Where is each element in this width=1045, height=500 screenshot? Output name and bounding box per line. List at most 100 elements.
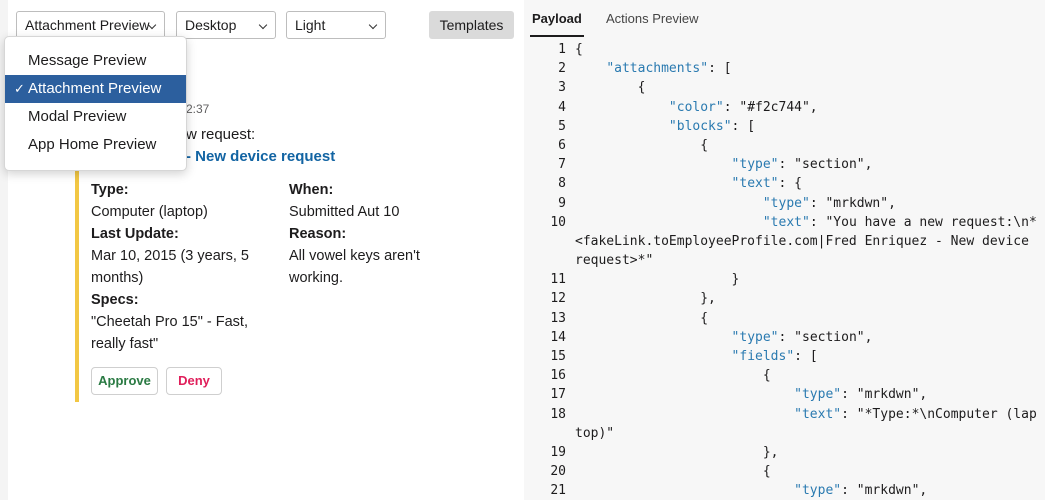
code-token: : [ <box>794 349 818 365</box>
device-select-value: Desktop <box>185 17 237 33</box>
message-timestamp: 2:37 <box>186 102 210 116</box>
deny-button[interactable]: Deny <box>166 367 222 395</box>
code-token: : [ <box>708 61 732 77</box>
line-text: } <box>575 270 1043 289</box>
line-text: { <box>575 366 1043 385</box>
line-number: 1 <box>558 42 566 57</box>
tab-actions-preview[interactable]: Actions Preview <box>606 11 698 26</box>
code-token: : "mrkdwn", <box>841 483 928 499</box>
device-select[interactable]: Desktop <box>176 11 276 39</box>
templates-button[interactable]: Templates <box>429 11 514 39</box>
json-key: "type" <box>794 387 842 403</box>
approve-button[interactable]: Approve <box>91 367 158 395</box>
json-key: "fields" <box>731 349 795 365</box>
field-reason: Reason: All vowel keys aren't working. <box>289 223 459 289</box>
view-select[interactable]: Attachment Preview <box>16 11 165 39</box>
line-number: 10 <box>550 214 566 230</box>
code-line[interactable]: 10 "text": "You have a new request:\n*<f… <box>524 213 1045 271</box>
code-line[interactable]: 19 }, <box>524 443 1045 462</box>
menu-item-attachment-preview[interactable]: ✓ Attachment Preview <box>5 75 186 103</box>
code-token: : [ <box>731 118 756 134</box>
line-text: "text": { <box>575 174 1043 193</box>
code-token: : "mrkdwn", <box>809 195 896 211</box>
code-line[interactable]: 3 { <box>524 78 1045 97</box>
line-number: 17 <box>550 387 566 403</box>
field-title: Last Update: <box>91 226 179 242</box>
code-token: : "section", <box>778 329 873 345</box>
tab-label: Actions Preview <box>606 11 699 26</box>
line-text: { <box>575 78 1043 97</box>
line-text: "type": "mrkdwn", <box>575 385 1043 404</box>
json-key: "attachments" <box>606 61 709 77</box>
code-line[interactable]: 8 "text": { <box>524 174 1045 193</box>
line-number: 14 <box>550 329 566 345</box>
code-line[interactable]: 16 { <box>524 366 1045 385</box>
code-line[interactable]: 14 "type": "section", <box>524 328 1045 347</box>
line-number: 7 <box>558 157 566 173</box>
line-number: 16 <box>550 368 566 384</box>
theme-select[interactable]: Light <box>286 11 386 39</box>
code-line[interactable]: 5 "blocks": [ <box>524 117 1045 136</box>
line-text: "fields": [ <box>575 347 1043 366</box>
code-line[interactable]: 9 "type": "mrkdwn", <box>524 194 1045 213</box>
code-token: { <box>575 464 771 480</box>
line-number: 15 <box>550 349 566 365</box>
code-line[interactable]: 20 { <box>524 462 1045 481</box>
field-value: Computer (laptop) <box>91 204 208 220</box>
code-line[interactable]: 11 } <box>524 270 1045 289</box>
line-text: { <box>575 40 1043 59</box>
line-text: "attachments": [ <box>575 59 1043 78</box>
code-token: { <box>575 310 709 326</box>
chevron-down-icon <box>368 20 378 30</box>
menu-item-message-preview[interactable]: Message Preview <box>5 47 186 75</box>
field-value: All vowel keys aren't working. <box>289 248 420 286</box>
code-token: { <box>575 80 646 96</box>
line-text: "type": "mrkdwn", <box>575 481 1043 500</box>
code-line[interactable]: 7 "type": "section", <box>524 155 1045 174</box>
field-specs: Specs: "Cheetah Pro 15" - Fast, really f… <box>91 289 271 355</box>
preview-pane: Attachment Preview Desktop Light Templat… <box>0 0 524 500</box>
code-line[interactable]: 15 "fields": [ <box>524 347 1045 366</box>
tab-payload[interactable]: Payload <box>530 11 584 37</box>
line-number: 2 <box>558 61 566 77</box>
code-line[interactable]: 4 "color": "#f2c744", <box>524 98 1045 117</box>
line-number: 4 <box>558 99 566 115</box>
code-token: : "mrkdwn", <box>841 387 928 403</box>
code-line[interactable]: 13 { <box>524 309 1045 328</box>
code-line[interactable]: 1{ <box>524 40 1045 59</box>
code-token: { <box>575 42 583 57</box>
json-key: "text" <box>762 214 810 230</box>
field-value: "Cheetah Pro 15" - Fast, really fast" <box>91 314 248 352</box>
field-type: Type: Computer (laptop) <box>91 179 271 223</box>
code-line[interactable]: 2 "attachments": [ <box>524 59 1045 78</box>
view-select-value: Attachment Preview <box>25 17 150 33</box>
checkmark-icon: ✓ <box>14 81 25 96</box>
line-text: }, <box>575 443 1043 462</box>
code-line[interactable]: 12 }, <box>524 289 1045 308</box>
line-text: "type": "section", <box>575 155 1043 174</box>
theme-select-value: Light <box>295 17 326 33</box>
field-title: Specs: <box>91 292 139 308</box>
menu-item-app-home-preview[interactable]: App Home Preview <box>5 131 186 159</box>
field-title: Type: <box>91 182 129 198</box>
json-editor[interactable]: 1{2 "attachments": [3 {4 "color": "#f2c7… <box>524 40 1045 500</box>
line-number: 19 <box>550 444 566 460</box>
message-link[interactable]: - New device request <box>186 148 335 165</box>
active-tab-indicator <box>530 35 584 37</box>
code-line[interactable]: 17 "type": "mrkdwn", <box>524 385 1045 404</box>
line-number: 9 <box>558 195 566 211</box>
code-line[interactable]: 18 "text": "*Type:*\nComputer (laptop)" <box>524 405 1045 443</box>
menu-item-modal-preview[interactable]: Modal Preview <box>5 103 186 131</box>
field-title: Reason: <box>289 226 347 242</box>
code-line[interactable]: 6 { <box>524 136 1045 155</box>
code-line[interactable]: 21 "type": "mrkdwn", <box>524 481 1045 500</box>
json-key: "color" <box>668 99 724 115</box>
line-text: "text": "You have a new request:\n*<fake… <box>575 213 1043 271</box>
line-text: { <box>575 309 1043 328</box>
line-number: 12 <box>550 291 566 307</box>
